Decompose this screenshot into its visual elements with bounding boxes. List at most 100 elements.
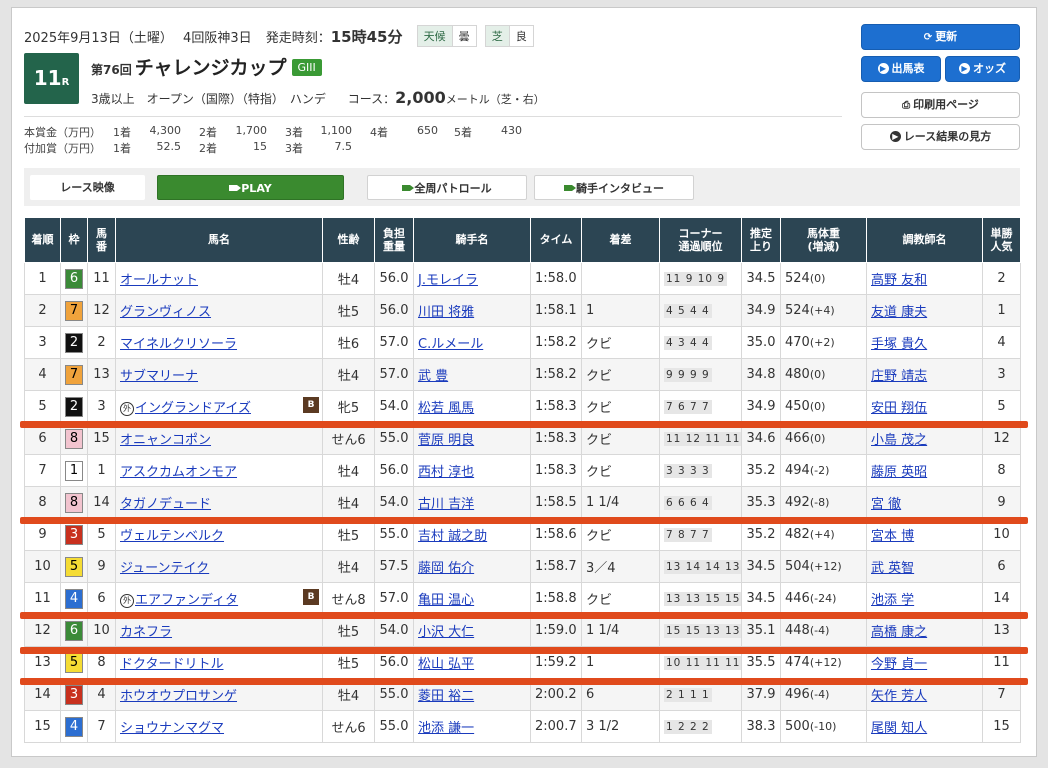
start-time: 15時45分: [330, 28, 403, 46]
jockey-interview-button[interactable]: 騎手インタビュー: [534, 175, 694, 200]
waku-badge: 6: [65, 268, 83, 289]
popularity: 1: [982, 294, 1021, 327]
horse-name-link[interactable]: オールナット: [120, 273, 198, 288]
trainer-cell: 手塚 貴久: [866, 326, 983, 359]
odds-button[interactable]: ▶ オッズ: [945, 56, 1020, 82]
trainer-link[interactable]: 庄野 靖志: [871, 369, 927, 384]
jockey-link[interactable]: 菅原 明良: [418, 433, 474, 448]
trainer-link[interactable]: 池添 学: [871, 593, 914, 608]
trainer-link[interactable]: 手塚 貴久: [871, 337, 927, 352]
trainer-link[interactable]: 武 英智: [871, 561, 914, 576]
jockey-link[interactable]: 西村 淳也: [418, 465, 474, 480]
horse-name-link[interactable]: ジューンテイク: [120, 561, 209, 576]
carried-weight: 55.0: [374, 710, 414, 743]
horse-name-link[interactable]: カネフラ: [120, 625, 172, 640]
print-page-button[interactable]: ⎙ 印刷用ページ: [861, 92, 1020, 118]
weight-change: (+12): [809, 560, 842, 573]
horse-name-link[interactable]: オニャンコポン: [120, 433, 211, 448]
last-3f: 34.8: [741, 358, 781, 391]
blinker-badge: B: [303, 397, 319, 413]
table-row: 7 1 1 アスクカムオンモア 牡4 56.0 西村 淳也 1:58.3 クビ 3 3 3 3 35…: [24, 454, 1021, 487]
jockey-link[interactable]: J.モレイラ: [418, 273, 478, 288]
weight-change: (+4): [809, 528, 835, 541]
horse-name-link[interactable]: マイネルクリソーラ: [120, 337, 237, 352]
jockey-link[interactable]: 池添 謙一: [418, 721, 474, 736]
jockey-link[interactable]: C.ルメール: [418, 337, 483, 352]
margin: クビ: [581, 358, 660, 391]
finish-position: 5: [24, 390, 61, 423]
popularity: 15: [982, 710, 1021, 743]
trainer-link[interactable]: 藤原 英昭: [871, 465, 927, 480]
race-conditions: 3歳以上 オープン（国際）（特指） ハンデ コース：2,000メートル（芝・右）: [91, 88, 545, 107]
trainer-link[interactable]: 矢作 芳人: [871, 689, 927, 704]
trainer-link[interactable]: 安田 翔伍: [871, 401, 927, 416]
jockey-link[interactable]: 亀田 温心: [418, 593, 474, 608]
jockey-link[interactable]: 吉村 誠之助: [418, 529, 487, 544]
result-guide-button[interactable]: ▶ レース結果の見方: [861, 124, 1020, 150]
sex-age: 牡4: [322, 358, 375, 391]
last-3f: 35.0: [741, 326, 781, 359]
trainer-link[interactable]: 友道 康夫: [871, 305, 927, 320]
horse-name-link[interactable]: イングランドアイズ: [135, 401, 251, 416]
sex-age: 牡4: [322, 262, 375, 295]
body-weight-cell: 494(-2): [780, 454, 867, 487]
horse-name-link[interactable]: ショウナンマグマ: [120, 721, 224, 736]
trainer-link[interactable]: 宮本 博: [871, 529, 914, 544]
horse-name-link[interactable]: タガノデュード: [120, 497, 211, 512]
entries-button[interactable]: ▶ 出馬表: [861, 56, 941, 82]
jockey-link[interactable]: 藤岡 佑介: [418, 561, 474, 576]
body-weight: 482: [785, 527, 810, 542]
table-row: 10 5 9 ジューンテイク 牡4 57.5 藤岡 佑介 1:58.7 3／4 13 14 14 …: [24, 550, 1021, 583]
sex-age: せん8: [322, 582, 375, 615]
trainer-link[interactable]: 今野 貞一: [871, 657, 927, 672]
jockey-link[interactable]: 松若 風馬: [418, 401, 474, 416]
horse-name-link[interactable]: サブマリーナ: [120, 369, 198, 384]
trainer-cell: 高橋 康之: [866, 614, 983, 647]
jockey-link[interactable]: 菱田 裕二: [418, 689, 474, 704]
horse-name-link[interactable]: ホウオウプロサンゲ: [120, 689, 237, 704]
horse-name-link[interactable]: ドクタードリトル: [120, 657, 223, 672]
prize-amount: 1,700: [235, 124, 268, 137]
jockey-link[interactable]: 川田 将雅: [418, 305, 474, 320]
jockey-link[interactable]: 松山 弘平: [418, 657, 474, 672]
prize-place: 4着: [370, 126, 388, 139]
sex-age: 牡5: [322, 614, 375, 647]
jockey-link[interactable]: 武 豊: [418, 369, 448, 384]
divider: [24, 116, 842, 117]
prize-amount: 7.5: [334, 140, 353, 153]
corner-positions-cell: 9 9 9 9: [659, 358, 742, 391]
jockey-link[interactable]: 古川 吉洋: [418, 497, 474, 512]
waku-cell: 2: [60, 326, 88, 359]
course-label: コース：: [347, 92, 396, 106]
prize-place: 3着: [285, 126, 303, 139]
horse-name-link[interactable]: ヴェルテンベルク: [120, 529, 224, 544]
start-label: 発走時刻：: [265, 31, 331, 46]
corner-positions: 11 12 11 11: [664, 432, 741, 446]
waku-badge: 3: [65, 524, 83, 545]
play-video-button[interactable]: PLAY: [157, 175, 344, 200]
carried-weight: 57.0: [374, 358, 414, 391]
trainer-link[interactable]: 小島 茂之: [871, 433, 927, 448]
trainer-link[interactable]: 高野 友和: [871, 273, 927, 288]
body-weight: 450: [785, 399, 810, 414]
horse-name-link[interactable]: グランヴィノス: [120, 305, 211, 320]
finish-position: 2: [24, 294, 61, 327]
margin: クビ: [581, 326, 660, 359]
refresh-button[interactable]: ⟳ 更新: [861, 24, 1020, 50]
sex-age: せん6: [322, 710, 375, 743]
trainer-link[interactable]: 高橋 康之: [871, 625, 927, 640]
body-weight: 524: [785, 271, 810, 286]
finish-time: 1:58.3: [530, 454, 582, 487]
patrol-video-button[interactable]: 全周パトロール: [367, 175, 527, 200]
corner-positions-cell: 6 6 6 4: [659, 486, 742, 519]
popularity: 2: [982, 262, 1021, 295]
horse-name-link[interactable]: アスクカムオンモア: [120, 465, 237, 480]
jockey-cell: J.モレイラ: [413, 262, 531, 295]
last-3f: 34.9: [741, 390, 781, 423]
trainer-link[interactable]: 尾関 知人: [871, 721, 927, 736]
jockey-link[interactable]: 小沢 大仁: [418, 625, 474, 640]
waku-badge: 4: [65, 588, 83, 609]
sex-age: 牡5: [322, 294, 375, 327]
trainer-link[interactable]: 宮 徹: [871, 497, 901, 512]
horse-name-link[interactable]: エアファンディタ: [135, 593, 238, 608]
